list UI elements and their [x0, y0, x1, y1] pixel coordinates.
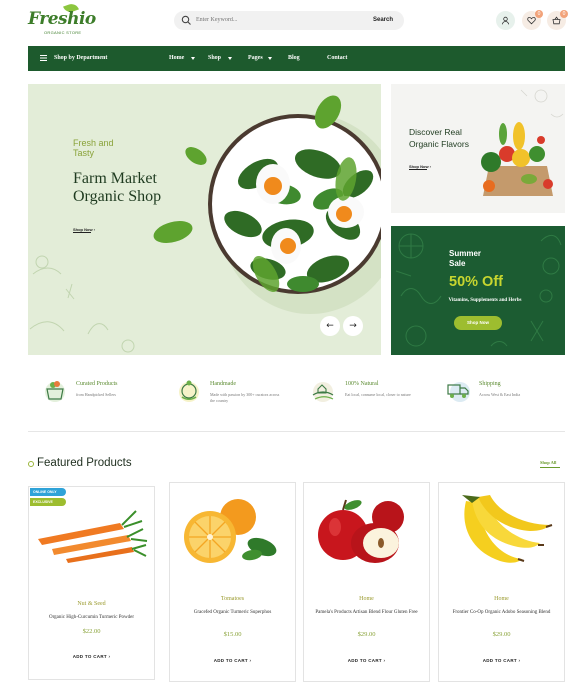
product-category[interactable]: Home — [303, 596, 430, 602]
banner-summer-sale[interactable] — [391, 226, 565, 355]
link-underline — [540, 467, 560, 468]
product-category[interactable]: Home — [438, 596, 565, 602]
add-to-cart-button[interactable]: ADD TO CART › — [28, 654, 155, 659]
product-name[interactable]: Gracefed Organic Turmeric Superphos — [180, 609, 285, 617]
department-menu[interactable]: Shop by Department — [54, 55, 107, 61]
chevron-down-icon — [228, 57, 232, 60]
user-icon — [501, 16, 510, 25]
product-price: $22.00 — [82, 628, 101, 635]
feature-desc: Eat local, consume local, closer to natu… — [345, 392, 411, 397]
link-underline — [73, 232, 91, 233]
add-to-cart-button[interactable]: ADD TO CART › — [438, 658, 565, 663]
shop-all-link[interactable]: Shop All — [540, 460, 556, 465]
product-name[interactable]: Pamela's Products Artisan Blend Flour Gl… — [314, 609, 419, 617]
nav-shop[interactable]: Shop — [208, 55, 221, 61]
product-category[interactable]: Nut & Seed — [28, 601, 155, 607]
online-only-badge: ONLINE ONLY — [30, 488, 66, 496]
truck-icon — [447, 382, 470, 402]
oranges-image — [184, 499, 277, 563]
product-price: $15.00 — [223, 631, 242, 638]
title-dot-icon — [28, 461, 34, 467]
hero-slider — [28, 84, 381, 355]
feature-title: Curated Products — [76, 381, 118, 387]
bananas-image — [462, 495, 553, 563]
feature-desc: from Handpicked Sellers — [76, 392, 116, 397]
section-title: Featured Products — [37, 457, 132, 469]
discount-text: 50% Off — [449, 274, 503, 290]
chevron-down-icon — [268, 57, 272, 60]
hero-subtitle: Fresh and Tasty — [73, 138, 114, 158]
add-to-cart-button[interactable]: ADD TO CART › — [169, 658, 296, 663]
product-name[interactable]: Frontier Co-Op Organic Adobo Seasoning B… — [449, 609, 554, 617]
search-button[interactable]: Search — [366, 13, 400, 27]
carrots-image — [38, 510, 148, 563]
farm-icon — [312, 382, 334, 402]
arrow-right-icon: → — [349, 321, 357, 331]
menu-icon — [40, 55, 47, 61]
banner-description: Vitamins, Supplements and Herbs — [448, 298, 522, 303]
basket-icon — [45, 381, 65, 402]
basket-icon — [552, 16, 561, 25]
arrow-left-icon: ← — [326, 321, 334, 331]
feature-desc: Across West & East India — [479, 392, 521, 397]
link-underline — [409, 169, 427, 170]
logo[interactable]: Freshio — [28, 9, 96, 29]
handmade-icon — [179, 380, 199, 402]
nav-home[interactable]: Home — [169, 55, 184, 61]
nav-blog[interactable]: Blog — [288, 55, 300, 61]
product-name[interactable]: Organic High-Curcumin Turmeric Powder — [39, 614, 144, 622]
banner-title: Discover Real Organic Flavors — [409, 127, 469, 149]
account-button[interactable] — [496, 11, 515, 30]
logo-subtitle: ORGANIC STORE — [44, 30, 82, 35]
slider-prev-button[interactable]: ← — [320, 316, 340, 336]
veggie-pattern-image — [395, 233, 562, 347]
feature-title: 100% Natural — [345, 381, 379, 387]
search-input[interactable] — [196, 13, 346, 27]
wishlist-count-badge: 0 — [535, 10, 543, 18]
feature-desc: Made with passion by 300+ curators acros… — [210, 392, 280, 403]
slider-next-button[interactable]: → — [343, 316, 363, 336]
cart-count-badge: 0 — [560, 10, 568, 18]
add-to-cart-button[interactable]: ADD TO CART › — [303, 658, 430, 663]
product-price: $29.00 — [492, 631, 511, 638]
nav-pages[interactable]: Pages — [248, 55, 263, 61]
search-icon — [181, 15, 191, 25]
nav-contact[interactable]: Contact — [327, 55, 347, 61]
banner-shop-now-button[interactable]: Shop Now — [454, 316, 502, 330]
banner-subtitle: Summer Sale — [449, 249, 482, 268]
salad-bowl-image — [29, 95, 381, 353]
feature-title: Handmade — [210, 381, 236, 387]
section-divider — [28, 431, 565, 432]
apples-image — [318, 499, 404, 563]
chevron-down-icon — [191, 57, 195, 60]
product-price: $29.00 — [357, 631, 376, 638]
product-category[interactable]: Tomatoes — [169, 596, 296, 602]
hero-title: Farm Market Organic Shop — [73, 170, 162, 205]
heart-icon — [527, 16, 536, 25]
feature-title: Shipping — [479, 381, 501, 387]
